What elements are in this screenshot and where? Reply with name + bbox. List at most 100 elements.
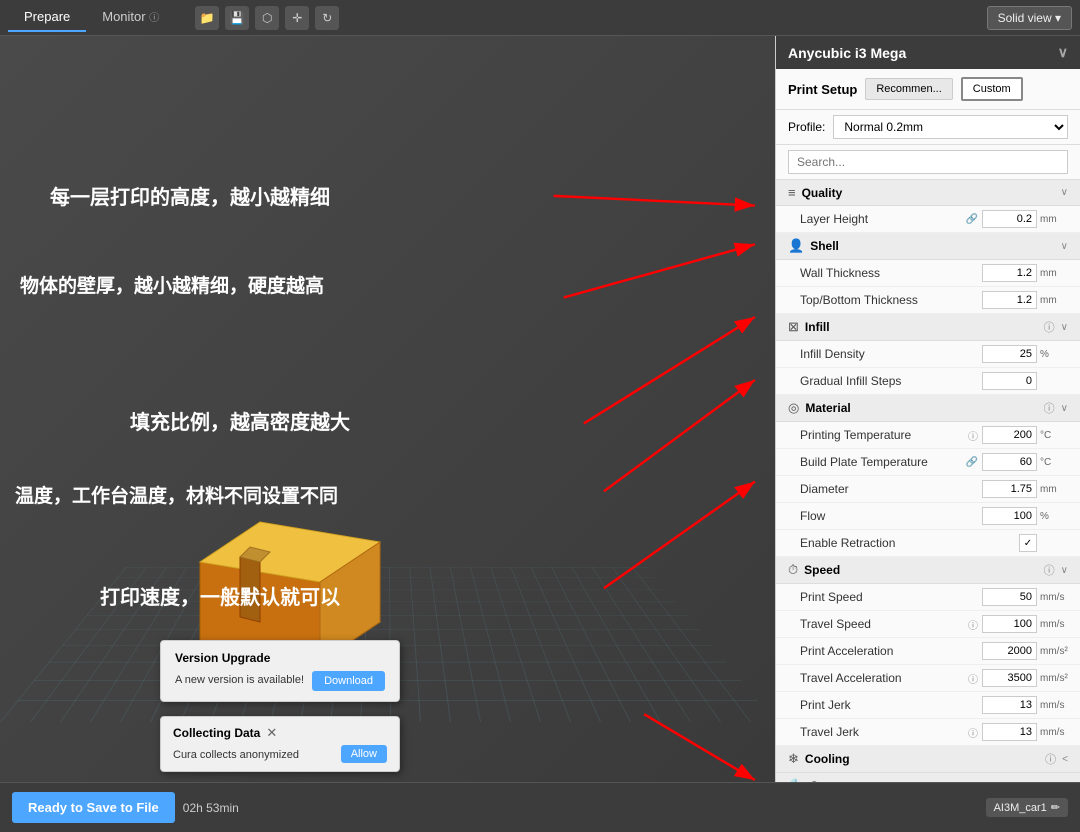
wall-thickness-unit: mm: [1040, 268, 1068, 279]
build-plate-temp-input[interactable]: [982, 453, 1037, 471]
setting-name: Print Speed: [800, 590, 982, 604]
travel-speed-info[interactable]: ⓘ: [968, 617, 978, 632]
section-support[interactable]: 🔩 Support <: [776, 773, 1080, 782]
setting-infill-density: Infill Density %: [776, 341, 1080, 368]
setting-name: Printing Temperature: [800, 428, 968, 442]
travel-accel-input[interactable]: [982, 669, 1037, 687]
setting-name: Travel Speed: [800, 617, 968, 631]
icon-3d[interactable]: ⬡: [255, 6, 279, 30]
printer-name: Anycubic i3 Mega: [788, 45, 906, 61]
setting-travel-accel: Travel Acceleration ⓘ mm/s²: [776, 665, 1080, 692]
wall-thickness-input[interactable]: [982, 264, 1037, 282]
print-accel-unit: mm/s²: [1040, 646, 1068, 657]
solid-view-dropdown[interactable]: Solid view ▾: [987, 6, 1072, 30]
setting-travel-speed: Travel Speed ⓘ mm/s: [776, 611, 1080, 638]
travel-jerk-unit: mm/s: [1040, 727, 1068, 738]
tab-prepare[interactable]: Prepare: [8, 3, 86, 32]
setting-travel-jerk: Travel Jerk ⓘ mm/s: [776, 719, 1080, 746]
infill-density-unit: %: [1040, 349, 1068, 360]
print-jerk-input[interactable]: [982, 696, 1037, 714]
settings-list: ≡ Quality ∨ Layer Height 🔗 mm 👤 Shell ∨ …: [776, 180, 1080, 782]
setting-name: Travel Acceleration: [800, 671, 968, 685]
topbottom-input[interactable]: [982, 291, 1037, 309]
collect-close-button[interactable]: ✕: [266, 725, 277, 741]
travel-accel-info[interactable]: ⓘ: [968, 671, 978, 686]
diameter-input[interactable]: [982, 480, 1037, 498]
profile-select[interactable]: Normal 0.2mm: [833, 115, 1068, 139]
travel-jerk-info[interactable]: ⓘ: [968, 725, 978, 740]
infill-info[interactable]: ⓘ: [1044, 319, 1055, 335]
recommend-button[interactable]: Recommen...: [865, 78, 952, 100]
icon-folder[interactable]: 📁: [195, 6, 219, 30]
section-cooling[interactable]: ❄ Cooling ⓘ <: [776, 746, 1080, 773]
print-accel-input[interactable]: [982, 642, 1037, 660]
panel-chevron[interactable]: ∨: [1058, 44, 1068, 61]
layer-height-unit: mm: [1040, 214, 1068, 225]
allow-button[interactable]: Allow: [341, 745, 387, 763]
print-setup-row: Print Setup Recommen... Custom: [776, 69, 1080, 110]
shell-chevron: ∨: [1061, 241, 1068, 252]
print-speed-unit: mm/s: [1040, 592, 1068, 603]
setting-print-speed: Print Speed mm/s: [776, 584, 1080, 611]
section-quality[interactable]: ≡ Quality ∨: [776, 180, 1080, 206]
section-shell[interactable]: 👤 Shell ∨: [776, 233, 1080, 260]
search-row: [776, 145, 1080, 180]
save-to-file-button[interactable]: Ready to Save to File: [12, 792, 175, 823]
setting-name: Wall Thickness: [800, 266, 982, 280]
travel-accel-unit: mm/s²: [1040, 673, 1068, 684]
setting-enable-retraction: Enable Retraction ✓: [776, 530, 1080, 557]
filename-text: AI3M_car1: [994, 802, 1047, 814]
shell-icon: 👤: [788, 238, 804, 254]
infill-icon: ⊠: [788, 319, 799, 335]
speed-info[interactable]: ⓘ: [1044, 562, 1055, 578]
search-input[interactable]: [788, 150, 1068, 174]
build-plate-temp-unit: °C: [1040, 457, 1068, 468]
annotation-speed: 打印速度，一般默认就可以: [100, 581, 340, 610]
section-speed[interactable]: ⏱ Speed ⓘ ∨: [776, 557, 1080, 584]
annotation-infill: 填充比例，越高密度越大: [130, 406, 350, 435]
section-infill[interactable]: ⊠ Infill ⓘ ∨: [776, 314, 1080, 341]
setting-name: Infill Density: [800, 347, 982, 361]
download-button[interactable]: Download: [312, 671, 385, 691]
collect-popup-title: Collecting Data: [173, 726, 260, 740]
setting-name: Print Jerk: [800, 698, 982, 712]
speed-chevron: ∨: [1061, 565, 1068, 576]
filename-edit-icon[interactable]: ✏: [1051, 801, 1060, 814]
version-popup-title: Version Upgrade: [175, 651, 385, 665]
enable-retraction-checkbox[interactable]: ✓: [1019, 534, 1037, 552]
icon-rotate[interactable]: ↻: [315, 6, 339, 30]
setting-print-temp: Printing Temperature ⓘ °C: [776, 422, 1080, 449]
viewport[interactable]: 每一层打印的高度，越小越精细 物体的壁厚，越小越精细，硬度越高 填充比例，越高密…: [0, 36, 775, 782]
cooling-icon: ❄: [788, 751, 799, 767]
section-material[interactable]: ◎ Material ⓘ ∨: [776, 395, 1080, 422]
setting-topbottom-thickness: Top/Bottom Thickness mm: [776, 287, 1080, 314]
travel-speed-input[interactable]: [982, 615, 1037, 633]
quality-title: Quality: [802, 186, 1055, 200]
setting-print-accel: Print Acceleration mm/s²: [776, 638, 1080, 665]
setting-name: Flow: [800, 509, 982, 523]
tab-monitor[interactable]: Monitor ⓘ: [86, 3, 175, 32]
infill-density-input[interactable]: [982, 345, 1037, 363]
gradual-infill-input[interactable]: [982, 372, 1037, 390]
topbottom-unit: mm: [1040, 295, 1068, 306]
travel-jerk-input[interactable]: [982, 723, 1037, 741]
custom-button[interactable]: Custom: [961, 77, 1023, 101]
lock-icon: 🔗: [966, 214, 978, 225]
material-icon: ◎: [788, 400, 799, 416]
layer-height-input[interactable]: [982, 210, 1037, 228]
material-info[interactable]: ⓘ: [1044, 400, 1055, 416]
main-layout: 每一层打印的高度，越小越精细 物体的壁厚，越小越精细，硬度越高 填充比例，越高密…: [0, 36, 1080, 782]
setting-name: Build Plate Temperature: [800, 455, 966, 469]
icon-save[interactable]: 💾: [225, 6, 249, 30]
speed-title: Speed: [804, 563, 1038, 577]
print-temp-info[interactable]: ⓘ: [968, 428, 978, 443]
print-temp-input[interactable]: [982, 426, 1037, 444]
icon-move[interactable]: ✛: [285, 6, 309, 30]
print-time: 02h 53min: [183, 801, 239, 815]
cooling-info[interactable]: ⓘ: [1045, 751, 1056, 767]
version-upgrade-popup: Version Upgrade A new version is availab…: [160, 640, 400, 702]
print-speed-input[interactable]: [982, 588, 1037, 606]
top-bar: Prepare Monitor ⓘ 📁 💾 ⬡ ✛ ↻ Solid view ▾: [0, 0, 1080, 36]
flow-input[interactable]: [982, 507, 1037, 525]
profile-row: Profile: Normal 0.2mm: [776, 110, 1080, 145]
